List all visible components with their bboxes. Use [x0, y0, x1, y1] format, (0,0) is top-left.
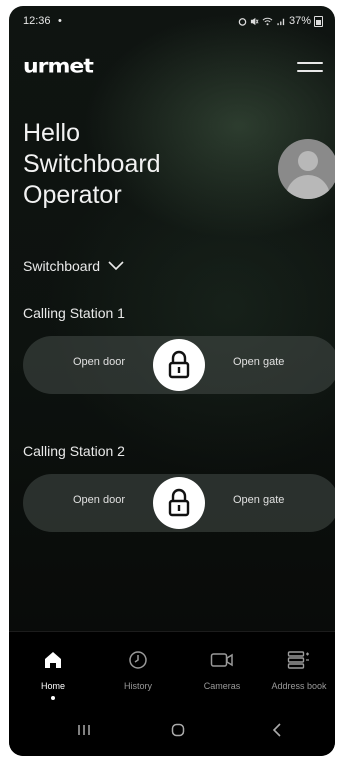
nav-item-cameras[interactable]: Cameras — [182, 650, 262, 691]
bottom-navigation: Home History Cameras Address book — [9, 631, 335, 712]
nav-label: Address book — [271, 681, 327, 691]
greeting-title: Hello Switchboard Operator — [23, 118, 263, 211]
station-title: Calling Station 1 — [23, 305, 125, 321]
status-bar: 12:36 • 37% — [9, 6, 335, 34]
status-time: 12:36 — [23, 15, 51, 27]
open-gate-button[interactable]: Open gate — [233, 356, 284, 368]
home-icon — [45, 652, 61, 668]
station-control-pill: Open door Open gate — [23, 474, 335, 532]
open-door-button[interactable]: Open door — [73, 494, 125, 506]
app-screen: 12:36 • 37% urmet Hello Switchboard Oper… — [9, 6, 335, 756]
greeting-line: Switchboard — [23, 150, 161, 178]
selector-label: Switchboard — [23, 258, 101, 274]
nav-item-address-book[interactable]: Address book — [263, 650, 335, 691]
lock-icon — [168, 488, 190, 517]
hamburger-menu-icon[interactable] — [297, 60, 323, 76]
station-title: Calling Station 2 — [23, 443, 125, 459]
nav-label: History — [123, 681, 152, 691]
open-door-button[interactable]: Open door — [73, 356, 125, 368]
active-indicator — [51, 696, 55, 700]
nav-label: Home — [40, 681, 65, 691]
greeting-line: Hello — [23, 119, 80, 147]
status-notification-dot: • — [58, 15, 62, 27]
greeting-line: Operator — [23, 181, 122, 209]
status-icons: 37% — [238, 15, 323, 27]
nav-label: Cameras — [203, 681, 241, 691]
switchboard-selector[interactable]: Switchboard — [23, 258, 124, 274]
avatar[interactable] — [278, 139, 335, 199]
brand-logo: urmet — [23, 55, 94, 78]
nav-item-history[interactable]: History — [98, 650, 178, 691]
system-navigation-bar — [9, 711, 335, 756]
signal-icon — [277, 18, 285, 25]
avatar-body-icon — [286, 175, 330, 199]
alarm-icon — [238, 17, 247, 26]
wifi-icon — [262, 17, 273, 25]
battery-percent: 37% — [288, 15, 311, 27]
home-circle-icon[interactable] — [171, 723, 185, 737]
lock-button[interactable] — [153, 339, 205, 391]
address-book-icon — [287, 651, 309, 669]
camera-icon — [210, 653, 233, 667]
avatar-head-icon — [298, 151, 318, 171]
station-control-pill: Open door Open gate — [23, 336, 335, 394]
recent-apps-icon[interactable] — [77, 723, 91, 737]
open-gate-button[interactable]: Open gate — [233, 494, 284, 506]
lock-button[interactable] — [153, 477, 205, 529]
mute-icon — [250, 17, 259, 25]
nav-item-home[interactable]: Home — [13, 650, 93, 700]
clock-icon — [129, 651, 147, 669]
back-icon[interactable] — [271, 723, 283, 737]
lock-icon — [168, 350, 190, 379]
chevron-down-icon — [108, 261, 124, 271]
battery-icon — [314, 15, 323, 27]
